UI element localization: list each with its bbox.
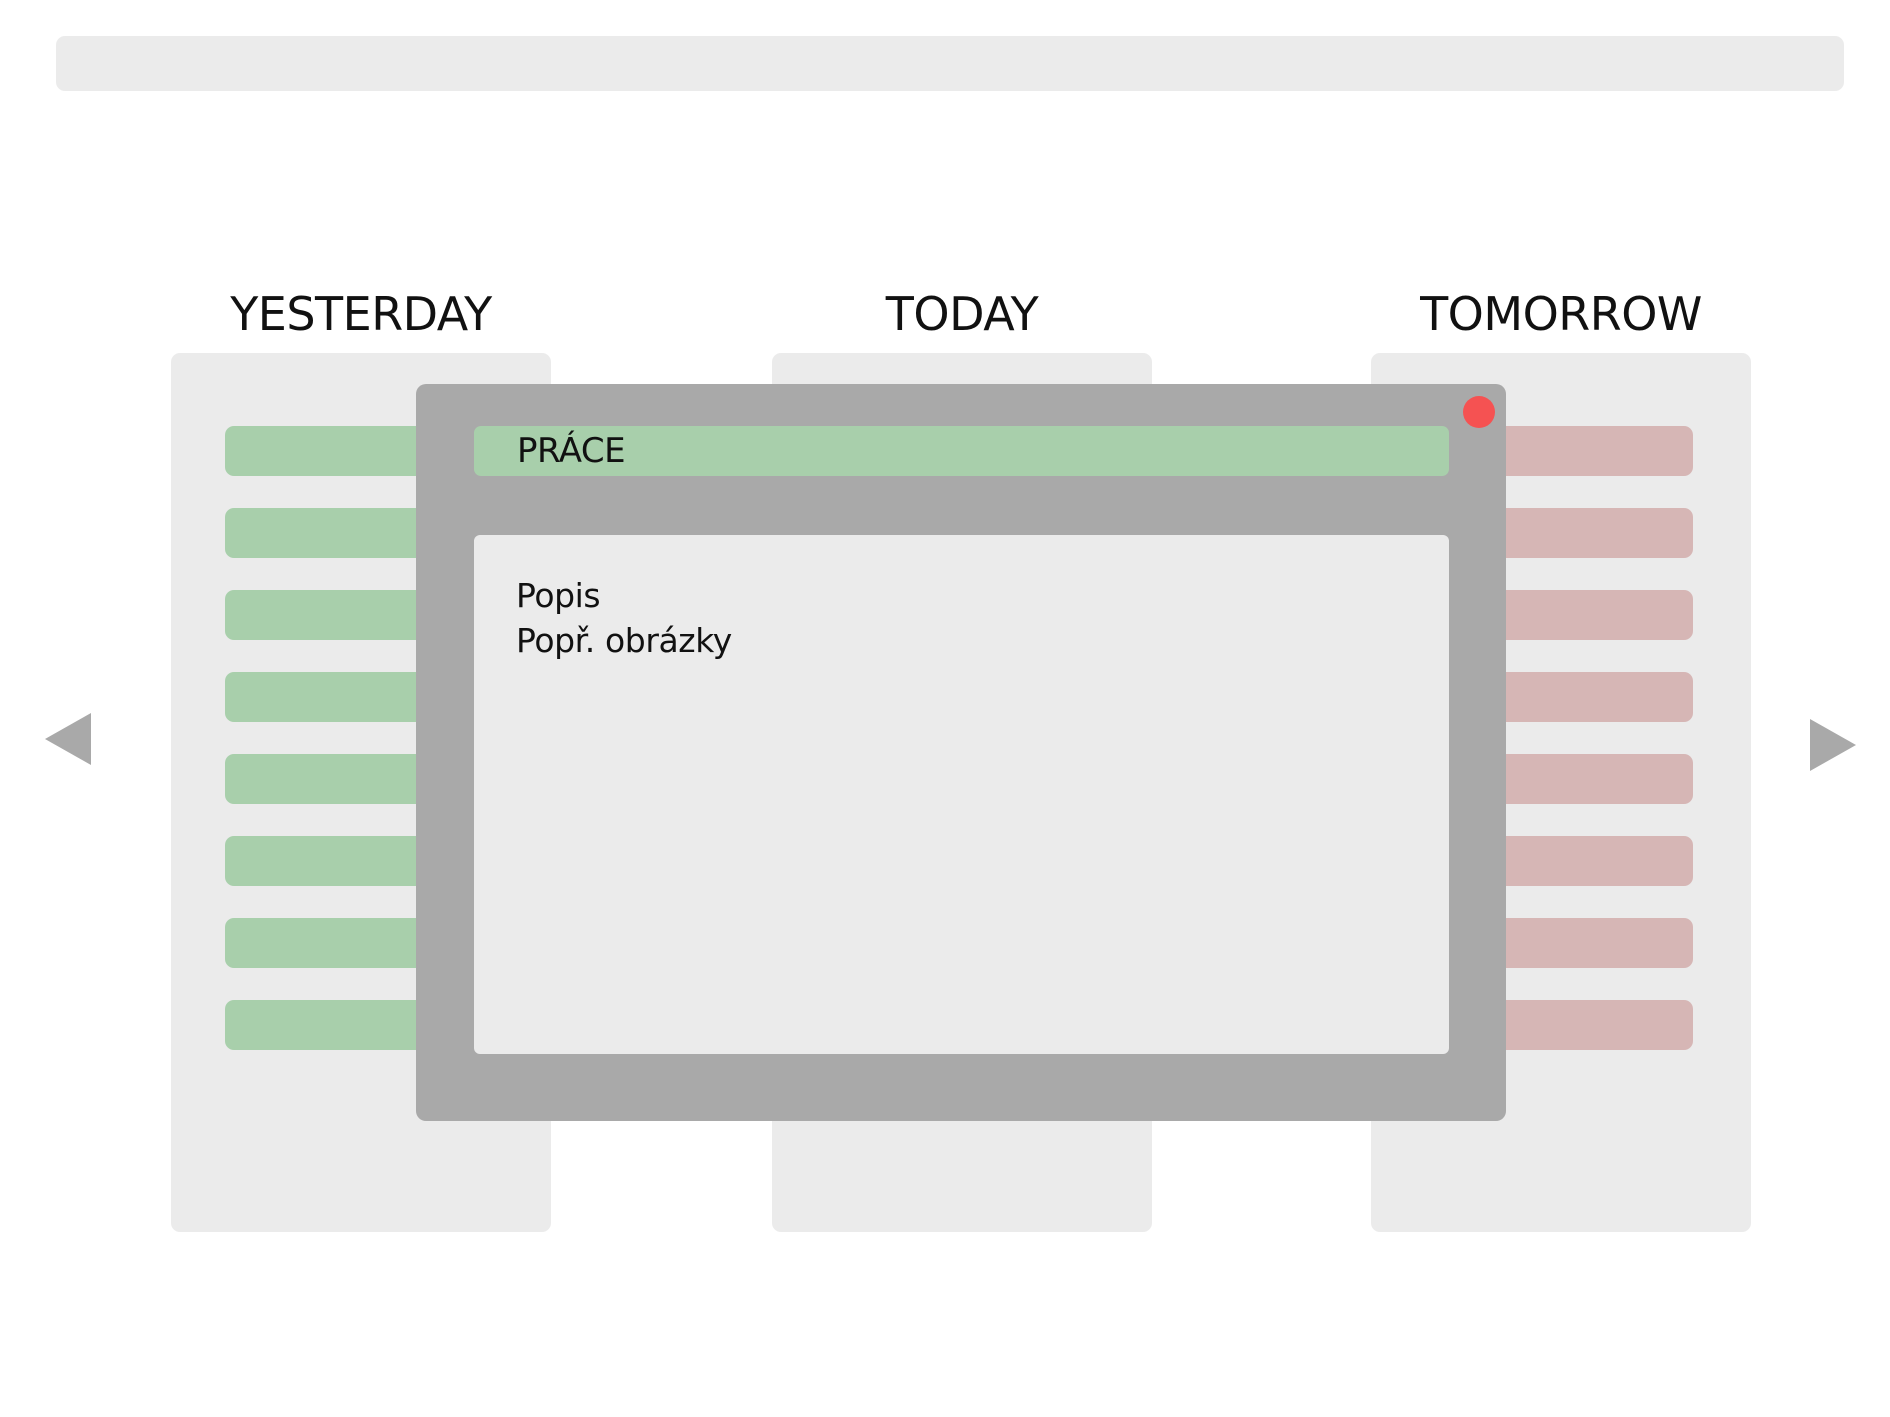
task-detail-modal: PRÁCE Popis Popř. obrázky — [416, 384, 1506, 1121]
top-bar — [56, 36, 1844, 91]
description-line: Popis — [516, 576, 601, 615]
modal-content-text: Popis Popř. obrázky — [516, 573, 732, 663]
close-dot-icon[interactable] — [1463, 396, 1495, 428]
triangle-left-icon[interactable] — [45, 713, 91, 765]
images-line: Popř. obrázky — [516, 621, 732, 660]
modal-title-bar: PRÁCE — [474, 426, 1449, 476]
column-title-yesterday: YESTERDAY — [230, 287, 492, 341]
column-title-tomorrow: TOMORROW — [1420, 287, 1702, 341]
modal-content-panel: Popis Popř. obrázky — [474, 535, 1449, 1054]
triangle-right-icon[interactable] — [1810, 719, 1856, 771]
column-title-today: TODAY — [885, 287, 1039, 341]
modal-title: PRÁCE — [517, 431, 626, 471]
